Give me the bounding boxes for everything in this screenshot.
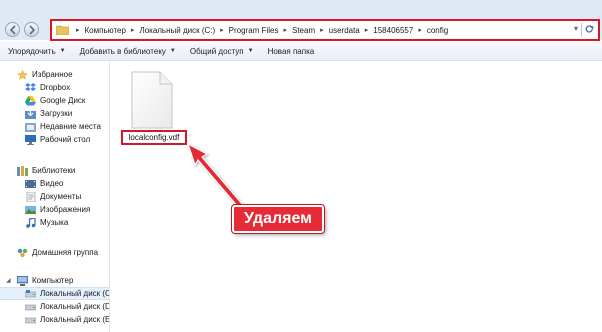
share-button[interactable]: Общий доступ ▼ — [190, 47, 254, 56]
breadcrumb-separator-icon[interactable]: ▸ — [416, 26, 424, 34]
sidebar-item-documents[interactable]: Документы — [0, 190, 109, 203]
delete-callout: Удаляем — [232, 205, 324, 233]
sidebar-item-pictures[interactable]: Изображения — [0, 203, 109, 216]
collapse-icon[interactable]: ◢ — [6, 277, 16, 284]
forward-arrow-icon — [29, 25, 36, 35]
file-list-pane[interactable]: localconfig.vdf Удаляем — [111, 62, 602, 332]
breadcrumb-separator-icon[interactable]: ▸ — [363, 26, 371, 34]
sidebar-item-desktop[interactable]: Рабочий стол — [0, 133, 109, 146]
video-icon — [25, 179, 36, 189]
sidebar-item-google-drive[interactable]: Google Диск — [0, 94, 109, 107]
pictures-icon — [25, 205, 36, 215]
sidebar-item-label: Локальный диск (D — [40, 302, 110, 311]
toolbar-button-label: Новая папка — [267, 46, 315, 56]
drive-icon — [24, 302, 37, 312]
breadcrumb-separator-icon[interactable]: ▸ — [318, 26, 326, 34]
breadcrumb-separator-icon[interactable]: ▸ — [74, 26, 82, 34]
breadcrumb-item[interactable]: Program Files — [226, 26, 282, 35]
back-button[interactable] — [5, 22, 20, 37]
refresh-button[interactable] — [581, 23, 595, 37]
homegroup-group: Домашняя группа — [0, 246, 109, 259]
sidebar-item-label: Домашняя группа — [32, 248, 99, 257]
sidebar-item-label: Локальный диск (E — [40, 315, 110, 324]
toolbar-button-label: Упорядочить — [8, 46, 56, 56]
sidebar-item-label: Библиотеки — [32, 166, 76, 175]
folder-icon — [56, 25, 69, 35]
star-icon — [17, 69, 28, 80]
sidebar-item-favorites[interactable]: Избранное — [0, 68, 109, 81]
sidebar-item-label: Рабочий стол — [40, 135, 91, 144]
computer-group: ◢ Компьютер Локальный диск (C Локальный … — [0, 274, 110, 326]
navigation-pane: Избранное Dropbox Google Диск Загрузки Н… — [0, 62, 110, 332]
breadcrumb-item[interactable]: Компьютер — [82, 26, 129, 35]
sidebar-item-downloads[interactable]: Загрузки — [0, 107, 109, 120]
sidebar-item-libraries[interactable]: Библиотеки — [0, 164, 109, 177]
downloads-icon — [25, 108, 36, 119]
drive-icon — [24, 315, 37, 325]
sidebar-item-dropbox[interactable]: Dropbox — [0, 81, 109, 94]
sidebar-item-recent-places[interactable]: Недавние места — [0, 120, 109, 133]
libraries-group: Библиотеки Видео Документы Изображения М… — [0, 164, 109, 229]
breadcrumb-item[interactable]: config — [424, 26, 451, 35]
sidebar-item-video[interactable]: Видео — [0, 177, 109, 190]
sidebar-item-label: Избранное — [32, 70, 73, 79]
refresh-icon — [585, 25, 594, 33]
music-icon — [25, 216, 36, 228]
address-history-dropdown[interactable]: ▾ — [574, 24, 578, 33]
sidebar-item-label: Dropbox — [40, 83, 71, 92]
sidebar-item-label: Видео — [40, 179, 64, 188]
drive-icon — [24, 289, 37, 299]
dropdown-arrow-icon: ▼ — [247, 48, 254, 54]
new-folder-button[interactable]: Новая папка — [268, 47, 315, 56]
breadcrumb-separator-icon[interactable]: ▸ — [281, 26, 289, 34]
documents-icon — [25, 191, 36, 202]
homegroup-icon — [17, 248, 28, 258]
dropbox-icon — [25, 82, 36, 93]
sidebar-item-label: Локальный диск (C — [40, 289, 110, 298]
sidebar-item-label: Изображения — [40, 205, 91, 214]
computer-icon — [16, 275, 29, 286]
sidebar-item-local-disk-e[interactable]: Локальный диск (E — [0, 313, 110, 326]
favorites-group: Избранное Dropbox Google Диск Загрузки Н… — [0, 68, 109, 146]
breadcrumb-separator-icon[interactable]: ▸ — [218, 26, 226, 34]
sidebar-item-label: Google Диск — [40, 96, 86, 105]
add-to-library-button[interactable]: Добавить в библиотеку ▼ — [80, 47, 176, 56]
annotation-arrow — [186, 142, 244, 209]
breadcrumb: ▸ Компьютер ▸ Локальный диск (C:) ▸ Program F… — [74, 21, 451, 39]
sidebar-item-homegroup[interactable]: Домашняя группа — [0, 246, 109, 259]
address-bar[interactable]: ▸ Компьютер ▸ Локальный диск (C:) ▸ Program F… — [50, 19, 600, 41]
breadcrumb-separator-icon[interactable]: ▸ — [129, 26, 137, 34]
recent-places-icon — [25, 122, 36, 132]
toolbar-button-label: Добавить в библиотеку — [79, 46, 166, 56]
sidebar-item-label: Загрузки — [40, 109, 73, 118]
breadcrumb-item[interactable]: Steam — [289, 26, 318, 35]
sidebar-item-computer[interactable]: ◢ Компьютер — [0, 274, 109, 287]
breadcrumb-item[interactable]: Локальный диск (C:) — [136, 26, 218, 35]
sidebar-item-label: Музыка — [40, 218, 69, 227]
sidebar-item-label: Компьютер — [32, 276, 74, 285]
toolbar-button-label: Общий доступ — [189, 46, 244, 56]
forward-button[interactable] — [24, 22, 39, 37]
sidebar-item-local-disk-d[interactable]: Локальный диск (D — [0, 300, 110, 313]
sidebar-item-label: Документы — [40, 192, 82, 201]
desktop-icon — [25, 134, 36, 145]
dropdown-arrow-icon: ▼ — [169, 48, 176, 54]
back-arrow-icon — [9, 25, 16, 35]
libraries-icon — [17, 165, 28, 176]
sidebar-item-local-disk-c[interactable]: Локальный диск (C — [0, 287, 110, 300]
sidebar-item-label: Недавние места — [40, 122, 101, 131]
command-toolbar: Упорядочить ▼ Добавить в библиотеку ▼ Общий … — [0, 42, 602, 61]
sidebar-item-music[interactable]: Музыка — [0, 216, 109, 229]
breadcrumb-item[interactable]: userdata — [326, 26, 363, 35]
dropdown-arrow-icon: ▼ — [59, 48, 66, 54]
organize-button[interactable]: Упорядочить ▼ — [8, 47, 66, 56]
google-drive-icon — [25, 95, 36, 106]
breadcrumb-item[interactable]: 158406557 — [370, 26, 416, 35]
navigation-bar: ▸ Компьютер ▸ Локальный диск (C:) ▸ Program F… — [0, 0, 602, 41]
